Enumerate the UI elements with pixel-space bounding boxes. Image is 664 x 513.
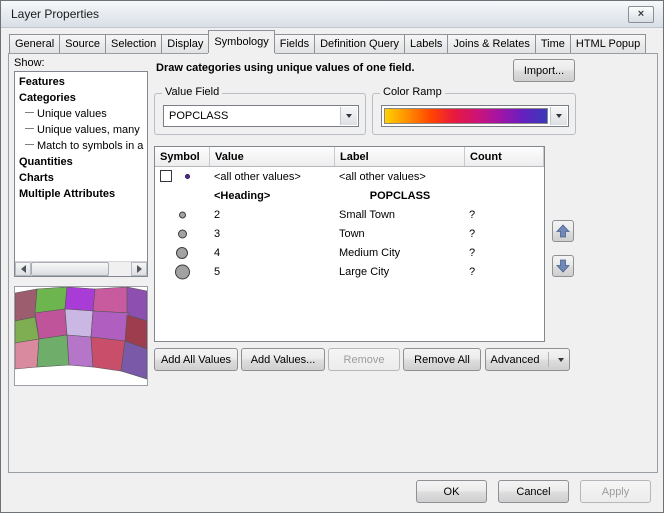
chevron-down-icon xyxy=(558,358,564,362)
import-button[interactable]: Import... xyxy=(513,59,575,82)
table-header: Symbol Value Label Count xyxy=(155,147,544,167)
show-list: Features Categories Unique values Unique… xyxy=(14,71,148,277)
value-field-group: Value Field POPCLASS xyxy=(154,93,366,135)
h-scrollbar[interactable] xyxy=(15,261,147,276)
tab-fields[interactable]: Fields xyxy=(274,34,315,53)
header-label[interactable]: Label xyxy=(335,147,465,166)
tab-general[interactable]: General xyxy=(9,34,60,53)
tab-html-popup[interactable]: HTML Popup xyxy=(570,34,646,53)
arrow-up-icon xyxy=(556,224,570,238)
tab-labels[interactable]: Labels xyxy=(404,34,448,53)
table-row-all-other-values[interactable]: <all other values> <all other values> xyxy=(155,167,544,186)
color-ramp-group: Color Ramp xyxy=(372,93,576,135)
header-symbol[interactable]: Symbol xyxy=(155,147,210,166)
point-symbol-icon xyxy=(179,211,186,218)
remove-button[interactable]: Remove xyxy=(328,348,400,371)
ok-button[interactable]: OK xyxy=(416,480,487,503)
point-symbol-icon xyxy=(175,264,190,279)
show-item-quantities[interactable]: Quantities xyxy=(15,154,147,170)
arrow-down-icon xyxy=(556,259,570,273)
table-row-5[interactable]: 5 Large City ? xyxy=(155,262,544,281)
show-item-categories[interactable]: Categories xyxy=(15,90,147,106)
window-title: Layer Properties xyxy=(11,7,99,21)
button-divider xyxy=(548,352,549,367)
close-icon: × xyxy=(638,9,644,20)
value-field-label: Value Field xyxy=(162,86,222,99)
layer-properties-dialog: Layer Properties × General Source Select… xyxy=(0,0,664,513)
values-table: Symbol Value Label Count <all other valu… xyxy=(154,146,545,342)
remove-all-button[interactable]: Remove All xyxy=(403,348,481,371)
chevron-down-icon xyxy=(556,114,562,118)
show-item-unique-values-many[interactable]: Unique values, many xyxy=(15,122,147,138)
advanced-button[interactable]: Advanced xyxy=(485,348,570,371)
value-field-select[interactable]: POPCLASS xyxy=(163,105,359,127)
value-field-arrow xyxy=(340,107,357,125)
add-all-values-button[interactable]: Add All Values xyxy=(154,348,238,371)
point-symbol-icon xyxy=(185,174,190,179)
point-symbol-icon xyxy=(176,247,188,259)
show-label: Show: xyxy=(14,57,45,69)
table-row-heading[interactable]: <Heading> POPCLASS xyxy=(155,186,544,205)
titlebar[interactable]: Layer Properties × xyxy=(1,1,663,28)
value-field-value: POPCLASS xyxy=(169,109,228,124)
color-ramp-select[interactable] xyxy=(381,105,569,127)
page-heading: Draw categories using unique values of o… xyxy=(156,62,415,74)
tab-symbology[interactable]: Symbology xyxy=(208,30,274,53)
table-row-4[interactable]: 4 Medium City ? xyxy=(155,243,544,262)
add-values-button[interactable]: Add Values... xyxy=(241,348,325,371)
tab-display[interactable]: Display xyxy=(161,34,209,53)
tab-definition-query[interactable]: Definition Query xyxy=(314,34,405,53)
point-symbol-icon xyxy=(178,229,187,238)
scroll-right-icon xyxy=(137,265,142,273)
show-item-features[interactable]: Features xyxy=(15,74,147,90)
header-value[interactable]: Value xyxy=(210,147,335,166)
map-preview-image xyxy=(15,287,147,385)
all-other-values-checkbox[interactable] xyxy=(160,170,172,182)
color-ramp-preview xyxy=(384,108,548,124)
header-count[interactable]: Count xyxy=(465,147,544,166)
cancel-button[interactable]: Cancel xyxy=(498,480,569,503)
scrollbar-thumb[interactable] xyxy=(31,262,109,276)
close-button[interactable]: × xyxy=(628,6,654,23)
map-preview xyxy=(14,286,148,386)
table-row-3[interactable]: 3 Town ? xyxy=(155,224,544,243)
scroll-left-icon xyxy=(21,265,26,273)
scroll-left-button[interactable] xyxy=(15,262,31,276)
color-ramp-label: Color Ramp xyxy=(380,86,445,99)
tab-time[interactable]: Time xyxy=(535,34,571,53)
show-item-match-symbols[interactable]: Match to symbols in a xyxy=(15,138,147,154)
tab-selection[interactable]: Selection xyxy=(105,34,162,53)
show-item-multiple-attributes[interactable]: Multiple Attributes xyxy=(15,186,147,202)
show-item-unique-values[interactable]: Unique values xyxy=(15,106,147,122)
tab-joins-relates[interactable]: Joins & Relates xyxy=(447,34,535,53)
tab-source[interactable]: Source xyxy=(59,34,106,53)
color-ramp-arrow xyxy=(550,107,567,125)
move-down-button[interactable] xyxy=(552,255,574,277)
chevron-down-icon xyxy=(346,114,352,118)
scroll-right-button[interactable] xyxy=(131,262,147,276)
tab-strip: General Source Selection Display Symbolo… xyxy=(9,33,645,53)
show-item-charts[interactable]: Charts xyxy=(15,170,147,186)
table-row-2[interactable]: 2 Small Town ? xyxy=(155,205,544,224)
apply-button[interactable]: Apply xyxy=(580,480,651,503)
move-up-button[interactable] xyxy=(552,220,574,242)
